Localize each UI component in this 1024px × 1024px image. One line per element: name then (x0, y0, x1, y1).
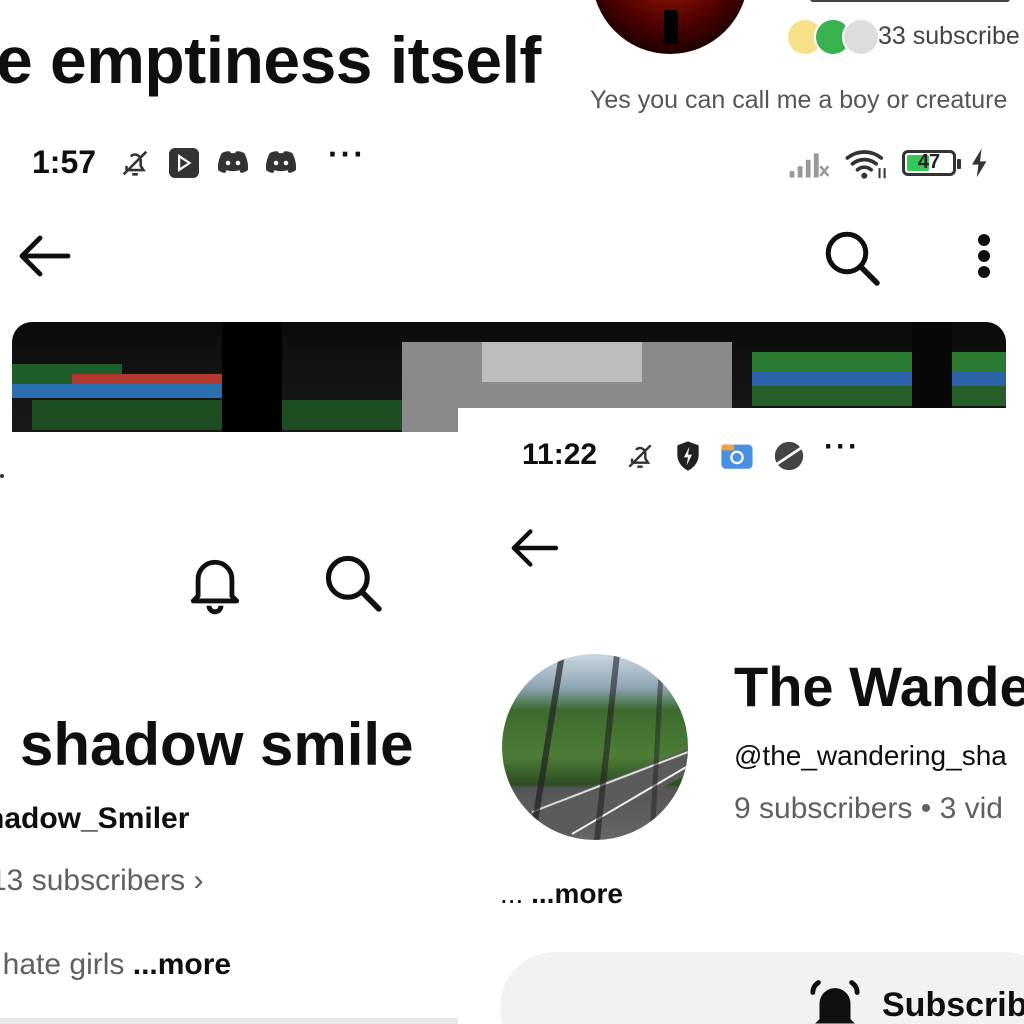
discord-icon (217, 151, 249, 173)
subscriber-count-text: 13 subscribers (0, 864, 186, 897)
channel-bio[interactable]: Yes you can call me a boy or creature (590, 86, 1007, 115)
bell-ringing-icon (810, 980, 860, 1024)
channel-name: The Wande (734, 655, 1024, 718)
back-arrow-icon[interactable] (16, 232, 72, 280)
channel-page-crop-shadow: shadow smile hadow_Smiler 13 subscribers… (0, 432, 458, 1024)
status-notification-icons (118, 144, 298, 182)
subscriber-avatars (786, 18, 880, 56)
channel-header-crop-2: 33 subscribe Yes you can call me a boy o… (560, 0, 1024, 135)
channel-page-crop-wandering: 11:22 ··· The Wande @the_wandering_sha 9… (458, 408, 1024, 1024)
bell-off-icon (628, 444, 652, 468)
files-icon (721, 444, 753, 469)
channel-stats: 9 subscribers • 3 vid (734, 792, 1003, 825)
bio-more-link[interactable]: ...more (133, 948, 231, 981)
channel-handle: hadow_Smiler (0, 802, 190, 835)
planet-icon (774, 441, 804, 471)
wifi-icon (845, 150, 886, 179)
subscriber-count[interactable]: 13 subscribers › (0, 864, 203, 898)
signal-icon (789, 153, 830, 178)
bell-icon[interactable] (186, 552, 244, 616)
discord-icon (265, 151, 297, 173)
channel-handle: @the_wandering_sha (734, 740, 1007, 771)
battery-icon: 47 (902, 150, 961, 176)
avatar-figure (664, 10, 678, 44)
description-more-link[interactable]: ...more (531, 878, 623, 909)
channel-handle-cropped (810, 0, 1010, 2)
search-icon[interactable] (322, 552, 384, 614)
subscribe-label: Subscrib (882, 986, 1024, 1024)
channel-name: shadow smile (20, 711, 414, 778)
description-prefix: ... (500, 878, 532, 909)
channel-title: e emptiness itself (0, 23, 541, 97)
channel-header-crop: e emptiness itself (0, 0, 560, 130)
status-time: 1:57 (32, 144, 97, 180)
battery-level: 47 (917, 151, 941, 173)
play-box-icon (169, 148, 199, 178)
status-notification-icons (624, 438, 806, 474)
bio-text: / hate girls (0, 948, 133, 981)
status-time: 11:22 (522, 438, 598, 471)
status-system-icons: 47 (788, 146, 990, 180)
search-icon[interactable] (822, 228, 882, 288)
avatar-road-image (522, 654, 688, 840)
status-dot (0, 474, 4, 478)
subscriber-count: 33 subscribe (878, 22, 1020, 50)
shield-icon (677, 441, 699, 471)
divider (0, 1018, 458, 1024)
charging-icon (972, 148, 987, 178)
channel-description[interactable]: ... ...more (500, 878, 623, 910)
emoji-avatar (842, 18, 880, 56)
channel-avatar[interactable] (502, 654, 688, 840)
status-more: ··· (824, 430, 860, 463)
bell-off-icon (122, 150, 148, 176)
chevron-right-icon: › (193, 864, 204, 897)
back-arrow-icon[interactable] (508, 526, 560, 570)
kebab-icon[interactable] (976, 232, 992, 280)
channel-bio[interactable]: / hate girls ...more (0, 948, 231, 982)
status-more: ··· (328, 136, 366, 172)
